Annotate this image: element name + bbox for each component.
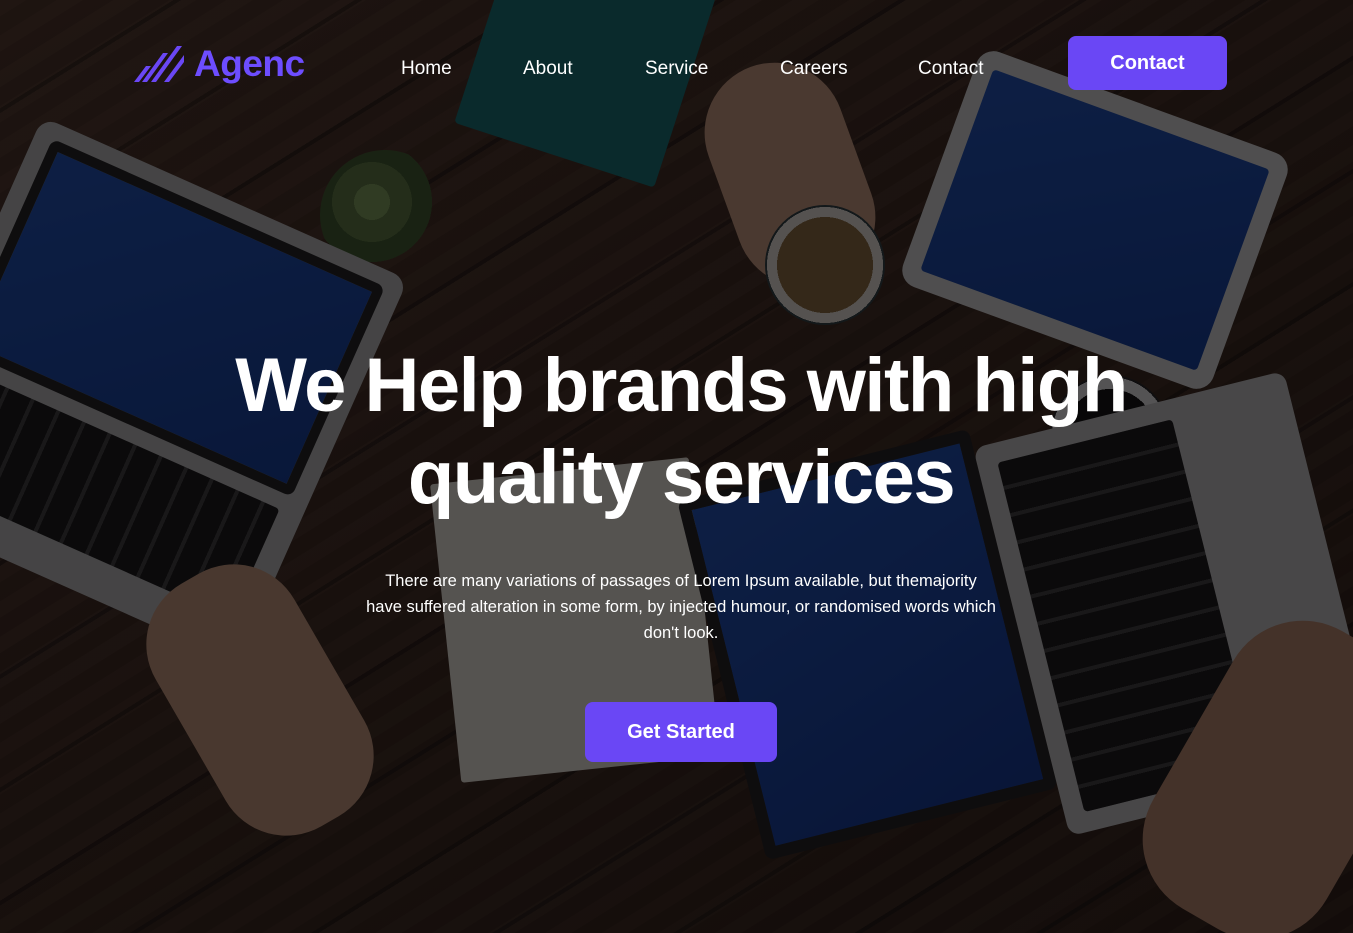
nav-item-contact[interactable]: Contact: [918, 56, 983, 82]
get-started-button[interactable]: Get Started: [585, 702, 777, 762]
hero-title: We Help brands with high quality service…: [235, 343, 1128, 520]
nav-item-about[interactable]: About: [523, 56, 573, 82]
hero-description: There are many variations of passages of…: [366, 572, 996, 642]
nav-item-service[interactable]: Service: [645, 56, 708, 82]
nav-item-careers[interactable]: Careers: [780, 56, 848, 82]
nav-item-home[interactable]: Home: [401, 56, 452, 82]
site-header: Agenc Home About Service Careers Contact…: [0, 0, 1353, 130]
contact-button[interactable]: Contact: [1068, 36, 1227, 90]
